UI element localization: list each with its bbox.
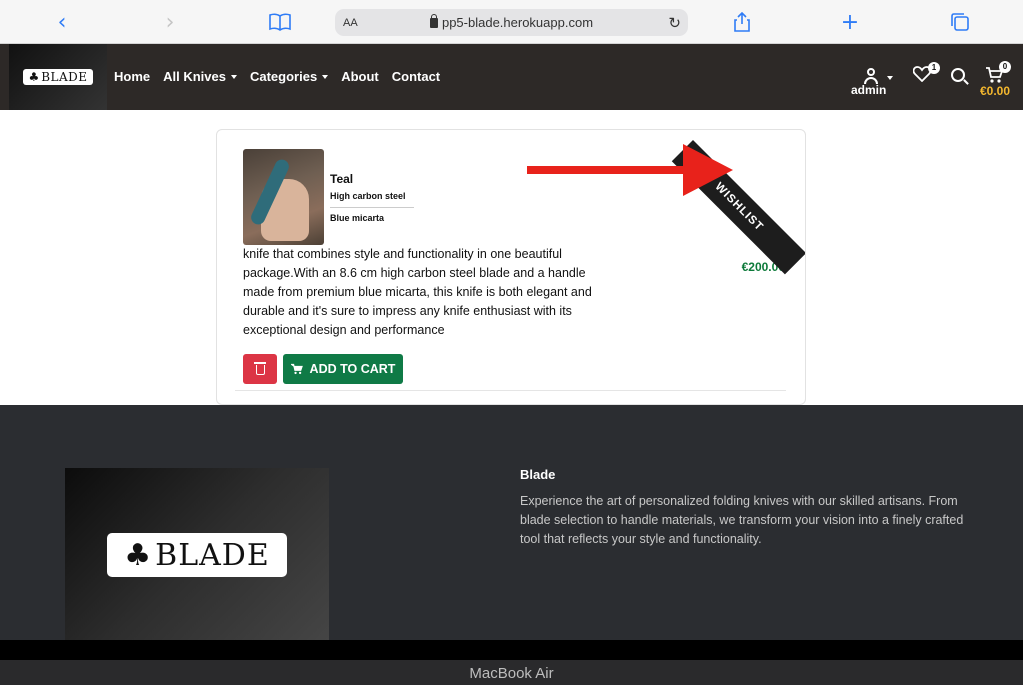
clover-icon: ♣ (124, 537, 152, 573)
account-label: admin (851, 83, 887, 97)
nav-all-knives[interactable]: All Knives (163, 69, 237, 84)
new-tab-icon[interactable]: + (838, 10, 862, 35)
site-navbar: ♣ BLADE Home All Knives Categories About… (0, 44, 1023, 110)
cart-button[interactable]: 0 (985, 61, 1011, 84)
wishlist-count-badge: 1 (928, 62, 940, 74)
nav-contact[interactable]: Contact (392, 69, 440, 84)
handle-material: Blue micarta (330, 213, 385, 223)
account-menu[interactable]: admin (850, 44, 893, 110)
spec-divider (330, 207, 414, 208)
forward-icon[interactable]: › (158, 10, 182, 35)
remove-from-wishlist-button[interactable] (243, 354, 277, 384)
device-bezel: MacBook Air (0, 660, 1023, 685)
lock-icon (429, 14, 438, 28)
user-icon (864, 68, 878, 84)
cart-icon (290, 363, 303, 375)
product-description: knife that combines style and functional… (243, 247, 592, 337)
annotation-arrow-shaft (527, 166, 687, 174)
browser-toolbar: ‹ › AA pp5-blade.herokuapp.com ↻ + (0, 0, 1023, 44)
share-icon[interactable] (730, 10, 754, 34)
card-divider (235, 390, 786, 391)
footer-heading: Blade (520, 467, 556, 482)
blade-material: High carbon steel (330, 191, 406, 201)
search-icon[interactable] (951, 68, 965, 82)
nav-home[interactable]: Home (114, 69, 150, 84)
annotation-arrow-head (683, 144, 733, 196)
cart-total: €0.00 (980, 84, 1011, 98)
site-logo[interactable]: ♣ BLADE (9, 44, 107, 110)
screen-edge (0, 640, 1023, 660)
trash-icon (253, 362, 266, 375)
chevron-down-icon (322, 75, 329, 79)
address-bar[interactable]: AA pp5-blade.herokuapp.com ↻ (335, 9, 688, 36)
add-to-cart-button[interactable]: ADD TO CART (283, 354, 403, 384)
nav-categories[interactable]: Categories (249, 69, 329, 84)
footer-description: Experience the art of personalized foldi… (520, 494, 964, 546)
chevron-down-icon (887, 76, 893, 80)
logo-text: BLADE (41, 70, 88, 84)
nav-categories-label: Categories (249, 69, 318, 84)
product-name[interactable]: Teal (330, 172, 353, 186)
cart-count-badge: 0 (999, 61, 1011, 73)
wishlist-button[interactable]: 1 (912, 62, 940, 83)
url-text: pp5-blade.herokuapp.com (441, 15, 594, 30)
site-footer: ♣ BLADE Blade Experience the art of pers… (0, 405, 1023, 640)
clover-icon: ♣ (28, 70, 40, 84)
add-to-cart-label: ADD TO CART (309, 362, 396, 376)
chevron-down-icon (230, 75, 237, 79)
tabs-overview-icon[interactable] (948, 10, 972, 34)
footer-logo: ♣ BLADE (65, 468, 329, 640)
bookmarks-icon[interactable] (268, 10, 292, 34)
nav-all-knives-label: All Knives (163, 69, 226, 84)
device-label: MacBook Air (469, 665, 554, 682)
footer-logo-text: BLADE (155, 537, 270, 573)
back-icon[interactable]: ‹ (50, 10, 74, 35)
nav-about[interactable]: About (341, 69, 379, 84)
reload-icon[interactable]: ↻ (668, 14, 681, 32)
product-image[interactable] (243, 149, 324, 245)
